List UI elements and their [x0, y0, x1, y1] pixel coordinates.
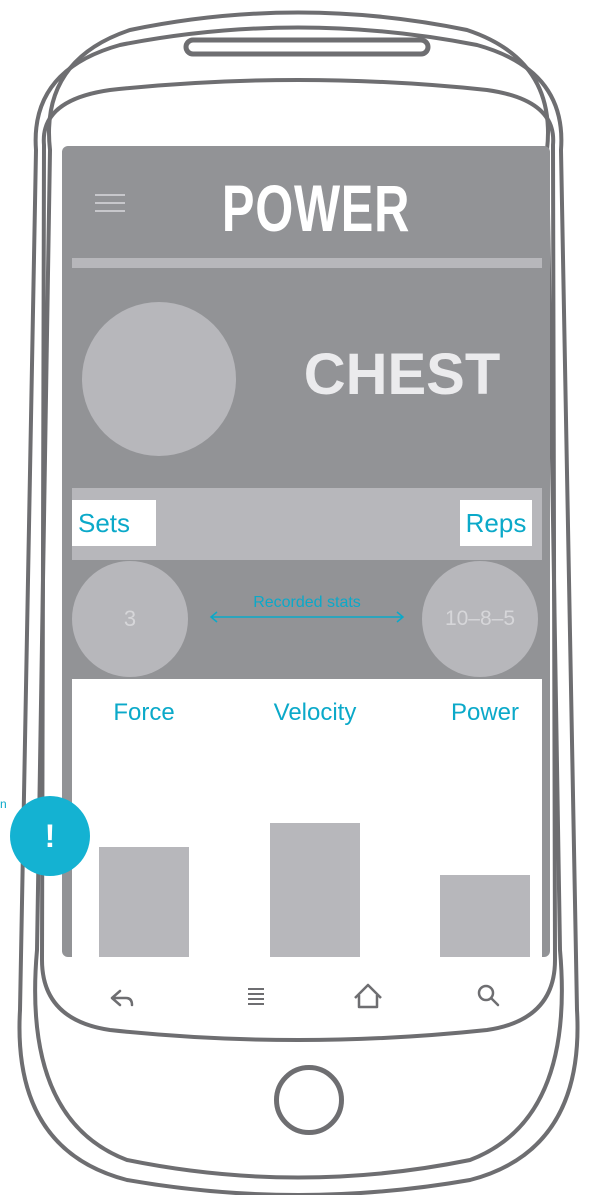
app-screen: POWER CHEST Sets Reps 3 10–8–5 Recorded …: [62, 146, 550, 957]
sets-value[interactable]: 3: [72, 561, 188, 677]
list-menu-icon[interactable]: [234, 974, 278, 1018]
double-arrow-icon: [209, 611, 405, 623]
app-title: POWER: [221, 171, 411, 245]
sets-label: Sets: [72, 500, 156, 546]
chart-label-velocity: Velocity: [273, 699, 357, 726]
stray-label: n: [0, 797, 7, 811]
back-arrow-icon[interactable]: [100, 974, 144, 1018]
stats-chart: Force Velocity Power: [72, 679, 542, 957]
muscle-group-title: CHEST: [303, 342, 501, 407]
header: POWER: [62, 146, 550, 254]
physical-home-button[interactable]: [274, 1065, 344, 1135]
hamburger-menu-icon[interactable]: [95, 194, 125, 214]
chart-bar-force[interactable]: [99, 847, 189, 957]
speaker-slot: [183, 37, 431, 57]
exercise-avatar[interactable]: [82, 302, 236, 456]
chart-label-power: Power: [450, 699, 520, 726]
chart-bar-velocity[interactable]: [270, 823, 360, 957]
home-icon[interactable]: [346, 974, 390, 1018]
search-icon[interactable]: [466, 974, 510, 1018]
reps-value[interactable]: 10–8–5: [422, 561, 538, 677]
header-divider: [72, 258, 542, 268]
alert-badge[interactable]: !: [10, 796, 90, 876]
system-nav-bar: [62, 968, 550, 1024]
chart-label-force: Force: [113, 699, 175, 726]
reps-label: Reps: [460, 500, 532, 546]
chart-bar-power[interactable]: [440, 875, 530, 957]
